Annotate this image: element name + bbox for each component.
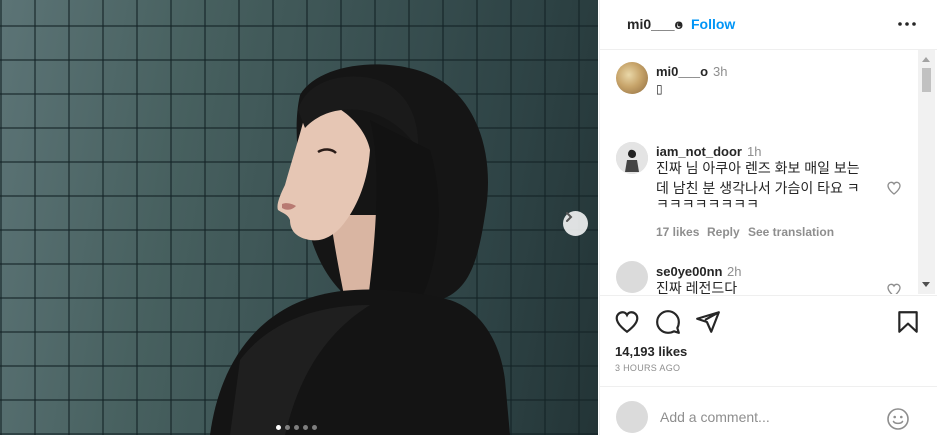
comment-username[interactable]: se0ye00nn xyxy=(656,264,723,279)
add-comment-input[interactable] xyxy=(660,409,870,425)
likes-count[interactable]: 14,193 likes xyxy=(615,344,687,359)
post-actions: 14,193 likes 3 HOURS AGO xyxy=(600,295,937,386)
avatar[interactable] xyxy=(616,62,648,94)
carousel-indicator xyxy=(276,425,317,430)
scroll-up-arrow-icon[interactable] xyxy=(922,57,930,62)
comment-username[interactable]: mi0___o xyxy=(656,64,708,79)
scroll-thumb[interactable] xyxy=(922,68,931,92)
comment-time: 1h xyxy=(747,144,762,159)
comment-like-heart-icon[interactable] xyxy=(886,282,902,294)
header-separator: • xyxy=(677,16,682,32)
chevron-right-icon xyxy=(566,212,573,222)
avatar[interactable] xyxy=(616,142,648,174)
comment-text: ▯ xyxy=(656,82,663,96)
carousel-dot xyxy=(285,425,290,430)
comment-username[interactable]: iam_not_door xyxy=(656,144,742,159)
like-heart-icon[interactable] xyxy=(614,309,640,335)
next-slide-button[interactable] xyxy=(563,211,588,236)
comment-time: 3h xyxy=(713,64,728,79)
save-bookmark-icon[interactable] xyxy=(895,309,921,335)
comment-bubble-icon[interactable] xyxy=(655,309,681,335)
carousel-dot xyxy=(276,425,281,430)
header-username[interactable]: mi0___o xyxy=(627,16,683,32)
carousel-dot xyxy=(312,425,317,430)
comment-like-heart-icon[interactable] xyxy=(886,180,902,196)
comments-scrollbar[interactable] xyxy=(918,50,935,294)
avatar xyxy=(616,401,648,433)
portrait-illustration xyxy=(210,64,510,435)
comment-likes[interactable]: 17 likes xyxy=(656,225,699,239)
post-details-panel: mi0___o • Follow mi0___o 3h ▯ iam_not_do… xyxy=(599,0,937,435)
avatar[interactable] xyxy=(616,261,648,293)
more-horizontal-icon[interactable] xyxy=(898,22,916,26)
reply-button[interactable]: Reply xyxy=(707,225,740,239)
scroll-down-arrow-icon[interactable] xyxy=(922,282,930,287)
comment-text-line: ㅋㅋㅋㅋㅋㅋㅋㅋ xyxy=(656,196,760,212)
add-comment-bar xyxy=(600,386,937,436)
comment-time: 2h xyxy=(727,264,742,279)
avatar-image xyxy=(616,142,648,174)
comment-text-line: 진짜 님 아쿠아 렌즈 화보 매일 보는 xyxy=(656,160,860,176)
follow-button[interactable]: Follow xyxy=(691,16,735,32)
see-translation-button[interactable]: See translation xyxy=(748,225,834,239)
post-header: mi0___o • Follow xyxy=(600,0,937,50)
comments-list[interactable]: mi0___o 3h ▯ iam_not_door 1h 진짜 님 아쿠아 렌즈… xyxy=(600,50,922,294)
carousel-dot xyxy=(303,425,308,430)
share-paper-plane-icon[interactable] xyxy=(695,309,721,335)
post-image[interactable] xyxy=(0,0,598,435)
emoji-icon[interactable] xyxy=(886,407,910,431)
comment-text: 진짜 레전드다 xyxy=(656,280,738,294)
post-timestamp: 3 HOURS AGO xyxy=(615,363,681,373)
carousel-dot xyxy=(294,425,299,430)
